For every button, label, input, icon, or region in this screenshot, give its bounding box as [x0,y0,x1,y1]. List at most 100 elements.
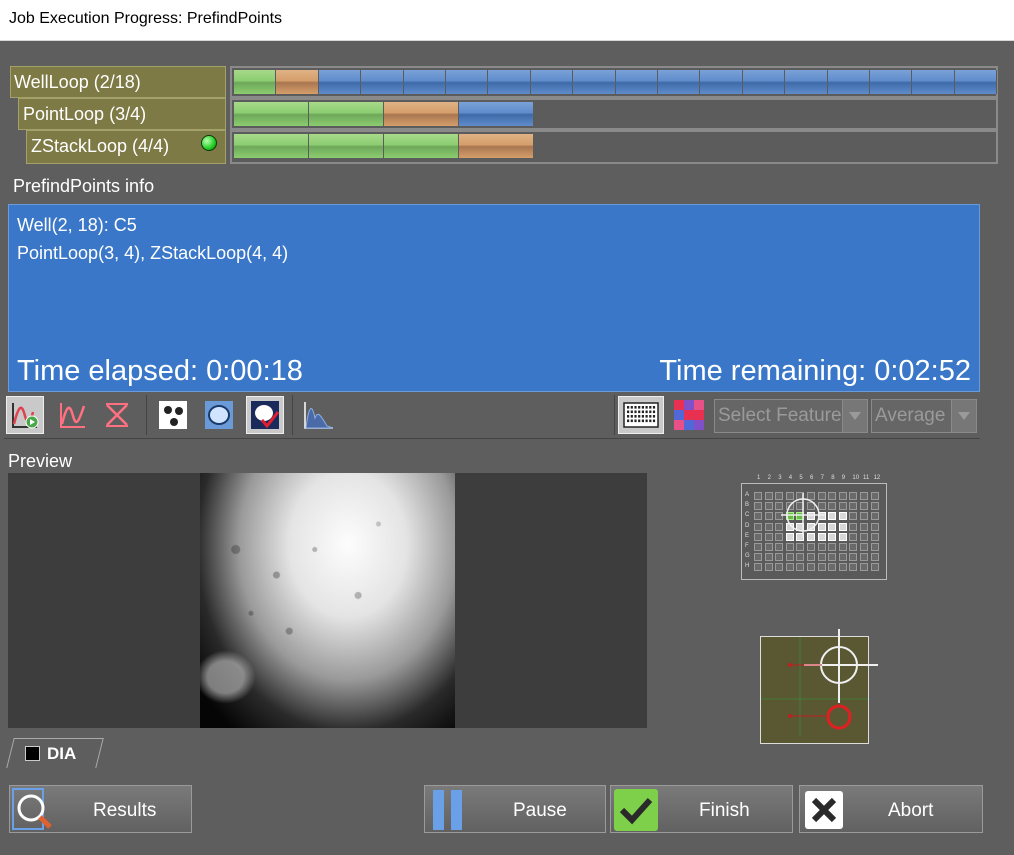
plate-well[interactable] [796,563,805,572]
plate-well[interactable] [807,543,815,551]
pause-button[interactable]: Pause [424,785,606,833]
histogram-button[interactable] [300,396,338,434]
plate-well[interactable] [754,553,762,562]
plate-well[interactable] [785,543,794,551]
plate-well[interactable] [817,543,826,551]
plate-well[interactable] [870,543,879,551]
plate-well[interactable] [870,512,879,521]
plate-well[interactable] [754,512,762,521]
curve-inverse-button[interactable] [98,396,136,434]
curve-button[interactable] [54,396,92,434]
plate-well[interactable] [849,543,858,551]
plate-well[interactable] [764,492,773,500]
plate-dot [627,406,630,409]
plate-well[interactable] [838,532,847,541]
plate-well[interactable] [785,553,794,562]
average-dropdown[interactable]: Average [871,399,977,433]
plate-well[interactable] [838,553,847,562]
plate-dot [649,419,652,423]
plate-well[interactable] [849,502,858,511]
plate-well[interactable] [807,553,815,562]
plate-well[interactable] [860,563,868,572]
plate-well[interactable] [764,532,773,541]
plate-well[interactable] [775,543,784,551]
plate-well[interactable] [764,502,773,511]
plate-well[interactable] [764,553,773,562]
plate-row-labels: ABCDEFGH [745,492,753,572]
plate-well[interactable] [828,543,837,551]
loop-panel: WellLoop (2/18) PointLoop (3/4) ZStackLo… [10,66,998,166]
plate-well[interactable] [828,532,837,541]
plate-well[interactable] [838,522,847,531]
plate-well[interactable] [764,522,773,531]
well-navigation-map[interactable] [760,629,878,744]
plate-well[interactable] [817,563,826,572]
plate-well[interactable] [870,492,879,500]
plate-well[interactable] [754,532,762,541]
plate-well[interactable] [860,502,868,511]
plate-well[interactable] [860,553,868,562]
plate-well[interactable] [764,563,773,572]
plate-well[interactable] [828,512,837,521]
plate-well[interactable] [754,502,762,511]
plate-well[interactable] [754,563,762,572]
plate-dot [638,419,641,423]
plate-well[interactable] [860,532,868,541]
plate-well[interactable] [838,512,847,521]
plate-well[interactable] [828,563,837,572]
points-button[interactable] [154,396,192,434]
plate-well[interactable] [849,532,858,541]
plate-well[interactable] [849,492,858,500]
plate-well[interactable] [785,563,794,572]
plate-well[interactable] [754,522,762,531]
results-button[interactable]: Results [9,785,192,833]
plate-well[interactable] [754,543,762,551]
plate-dot [649,410,652,414]
plate-well[interactable] [764,512,773,521]
plate-well[interactable] [828,492,837,500]
plate-well[interactable] [870,532,879,541]
plate-well[interactable] [870,522,879,531]
plate-well[interactable] [870,563,879,572]
plate-view-button[interactable] [618,396,664,434]
plate-well[interactable] [860,492,868,500]
live-graph-button[interactable] [6,396,44,434]
plate-well[interactable] [838,492,847,500]
plate-well[interactable] [775,553,784,562]
chevron-down-icon [842,400,867,432]
finish-button[interactable]: Finish [610,785,793,833]
segment-button[interactable] [200,396,238,434]
plate-well[interactable] [849,553,858,562]
plate-well[interactable] [860,522,868,531]
plate-well[interactable] [870,502,879,511]
plate-well[interactable] [838,563,847,572]
select-feature-dropdown[interactable]: Select Feature [714,399,868,433]
heatmap-button[interactable] [670,396,708,434]
plate-well[interactable] [796,543,805,551]
channel-tab-label: DIA [47,744,77,763]
plate-map[interactable]: 1 2 3 4 5 6 7 8 9 10 11 12 ABCDEFGH [741,474,887,580]
plate-well[interactable] [870,553,879,562]
plate-well[interactable] [828,502,837,511]
plate-well[interactable] [764,543,773,551]
plate-well[interactable] [849,522,858,531]
plate-well[interactable] [860,512,868,521]
plate-dot [645,419,648,423]
abort-button[interactable]: Abort [799,785,983,833]
plate-well[interactable] [775,563,784,572]
plate-well[interactable] [838,502,847,511]
plate-well[interactable] [828,522,837,531]
plate-well[interactable] [828,553,837,562]
plate-well[interactable] [817,553,826,562]
progress-segment-done [234,134,309,158]
verify-button[interactable] [246,396,284,434]
plate-well[interactable] [807,563,815,572]
progress-segment-todo [700,70,743,94]
plate-well[interactable] [860,543,868,551]
plate-well[interactable] [754,492,762,500]
cell-texture [200,473,455,728]
plate-well[interactable] [849,563,858,572]
plate-well[interactable] [796,553,805,562]
plate-well[interactable] [838,543,847,551]
plate-well[interactable] [849,512,858,521]
